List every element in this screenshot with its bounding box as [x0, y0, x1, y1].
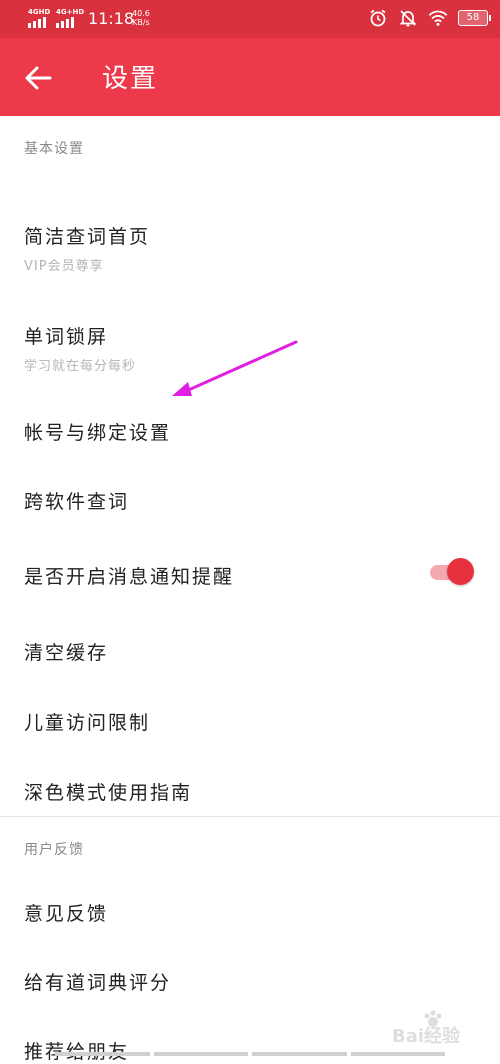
wifi-icon: [428, 10, 448, 26]
bell-off-icon: [399, 10, 417, 27]
app-bar: 设置: [0, 38, 500, 116]
signal-sim1: 4GHD: [28, 8, 50, 28]
status-icons: 58: [368, 8, 491, 28]
network-speed: 40.6 KB/s: [132, 9, 150, 27]
bottom-edge: [55, 1052, 445, 1056]
setting-dark-mode-guide[interactable]: 深色模式使用指南: [0, 735, 500, 816]
network-type-sim2: 4G+HD: [56, 8, 85, 16]
notification-switch[interactable]: [428, 558, 474, 586]
setting-label: 意见反馈: [24, 903, 109, 925]
setting-label: 跨软件查词: [24, 491, 130, 513]
setting-child-restriction[interactable]: 儿童访问限制: [0, 665, 500, 735]
setting-label: 简洁查词首页: [24, 226, 151, 248]
setting-word-lockscreen[interactable]: 单词锁屏 学习就在每分每秒: [0, 274, 500, 374]
setting-label: 清空缓存: [24, 642, 109, 664]
section-header-basic: 基本设置: [24, 141, 84, 157]
settings-list: 基本设置 简洁查词首页 VIP会员尊享 单词锁屏 学习就在每分每秒 帐号与绑定设…: [0, 116, 500, 1064]
setting-label: 帐号与绑定设置: [24, 422, 172, 444]
setting-notification-toggle[interactable]: 是否开启消息通知提醒: [0, 514, 500, 589]
setting-sublabel: VIP会员尊享: [24, 259, 104, 274]
network-speed-value: 40.6: [132, 9, 150, 18]
watermark: Bai经验: [392, 1008, 492, 1048]
setting-simple-homepage[interactable]: 简洁查词首页 VIP会员尊享: [0, 166, 500, 274]
alarm-icon: [370, 9, 386, 27]
status-bar: 4GHD 4G+HD 11:18 40.6 KB/s 58: [0, 0, 500, 38]
network-type-sim1: 4GHD: [28, 8, 51, 16]
watermark-text: Bai经验: [392, 1026, 461, 1047]
battery-icon: 58: [458, 10, 491, 26]
arrow-left-icon[interactable]: [22, 62, 54, 94]
signal-bars-icon: [56, 17, 74, 28]
setting-label: 深色模式使用指南: [24, 782, 193, 804]
signal-sim2: 4G+HD: [56, 8, 84, 28]
setting-account-binding[interactable]: 帐号与绑定设置: [0, 374, 500, 445]
signal-bars-icon: [28, 17, 46, 28]
setting-label: 给有道词典评分: [24, 972, 172, 994]
setting-feedback[interactable]: 意见反馈: [0, 863, 500, 926]
setting-label: 单词锁屏: [24, 326, 109, 348]
section-header-feedback: 用户反馈: [24, 842, 84, 858]
setting-clear-cache[interactable]: 清空缓存: [0, 589, 500, 665]
setting-sublabel: 学习就在每分每秒: [24, 359, 137, 374]
switch-knob: [447, 558, 474, 585]
page-title: 设置: [102, 64, 159, 94]
setting-rate-app[interactable]: 给有道词典评分: [0, 926, 500, 995]
network-speed-unit: KB/s: [132, 18, 150, 27]
clock: 11:18: [88, 9, 135, 28]
setting-label: 儿童访问限制: [24, 712, 151, 734]
setting-cross-app-lookup[interactable]: 跨软件查词: [0, 445, 500, 514]
